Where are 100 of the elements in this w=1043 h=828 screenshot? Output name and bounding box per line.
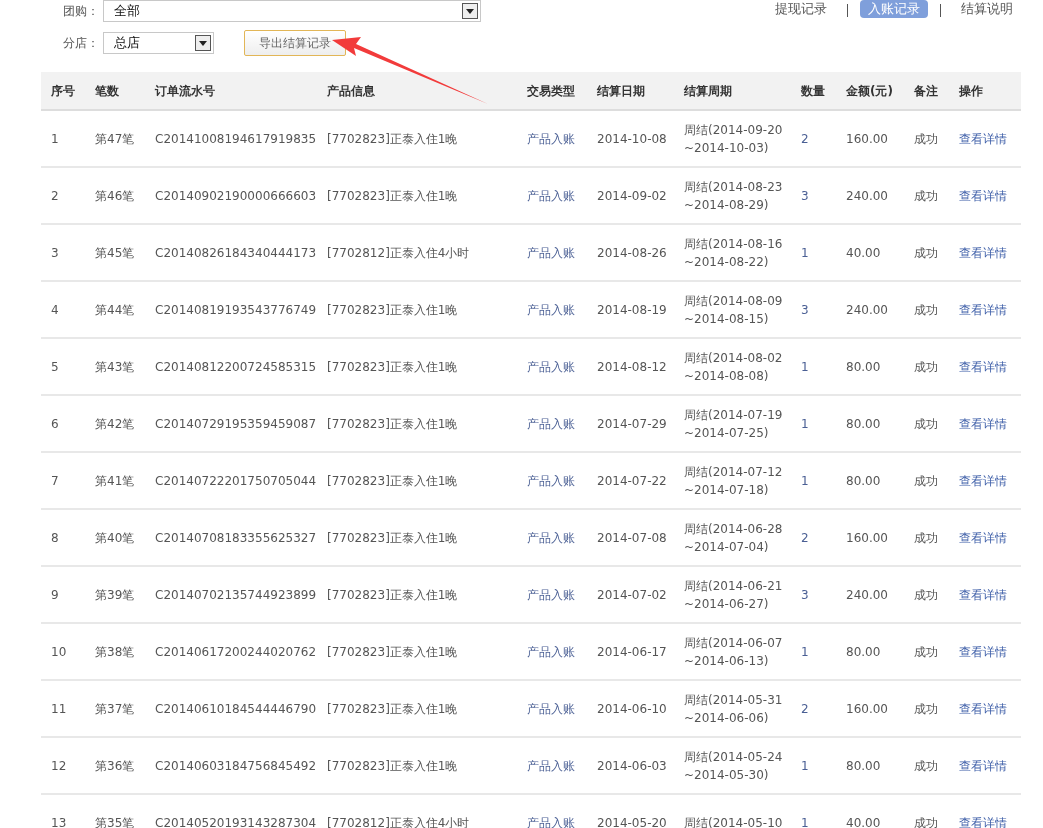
details-link[interactable]: 查看详情 bbox=[959, 701, 1007, 716]
table-cell: 2014-07-08 bbox=[597, 530, 667, 545]
dropdown[interactable]: 总店 bbox=[103, 32, 214, 54]
details-link[interactable]: 查看详情 bbox=[959, 815, 1007, 828]
table-cell: 5 bbox=[51, 359, 59, 374]
table-cell-text: 周结(2014-06-07 ~2014-06-13) bbox=[684, 634, 784, 670]
table-cell: 3 bbox=[51, 245, 59, 260]
tab[interactable]: 结算说明 bbox=[953, 0, 1021, 18]
table-cell: 80.00 bbox=[846, 758, 881, 773]
table-cell: 2 bbox=[801, 530, 809, 545]
details-link[interactable]: 查看详情 bbox=[959, 245, 1007, 260]
table-cell: 2014-07-29 bbox=[597, 416, 667, 431]
table-cell: 2 bbox=[801, 701, 809, 716]
table-cell: 第35笔 bbox=[95, 815, 135, 828]
table-cell: 第42笔 bbox=[95, 416, 135, 431]
table-cell: 1 bbox=[801, 359, 809, 374]
table-cell: [7702823]正泰入住1晚 bbox=[327, 131, 458, 146]
table-cell: C20140826184340444173 bbox=[155, 245, 317, 260]
table-cell: [7702823]正泰入住1晚 bbox=[327, 188, 458, 203]
details-link[interactable]: 查看详情 bbox=[959, 416, 1007, 431]
table-cell: 4 bbox=[51, 302, 59, 317]
column-header: 笔数 bbox=[85, 72, 145, 110]
table-cell: 产品入账 bbox=[527, 188, 575, 203]
table-cell: C20141008194617919835 bbox=[155, 131, 317, 146]
table-cell: 2014-06-03 bbox=[597, 758, 667, 773]
table-cell-text: 周结(2014-09-20 ~2014-10-03) bbox=[684, 121, 784, 157]
table-cell: 成功 bbox=[914, 701, 938, 716]
table-cell: 1 bbox=[801, 473, 809, 488]
column-header: 订单流水号 bbox=[145, 72, 317, 110]
tab[interactable]: 提现记录 bbox=[767, 0, 835, 18]
table-cell: 2014-08-19 bbox=[597, 302, 667, 317]
table-cell: 产品入账 bbox=[527, 473, 575, 488]
table-cell: 成功 bbox=[914, 530, 938, 545]
table-cell-text: 周结(2014-08-23 ~2014-08-29) bbox=[684, 178, 784, 214]
table-cell: 第41笔 bbox=[95, 473, 135, 488]
table-cell: C20140812200724585315 bbox=[155, 359, 317, 374]
table-cell: [7702823]正泰入住1晚 bbox=[327, 416, 458, 431]
table-cell: 产品入账 bbox=[527, 587, 575, 602]
table-cell: 11 bbox=[51, 701, 67, 716]
table-cell: 产品入账 bbox=[527, 644, 575, 659]
table-cell: 第45笔 bbox=[95, 245, 135, 260]
details-link[interactable]: 查看详情 bbox=[959, 188, 1007, 203]
table-cell: C20140617200244020762 bbox=[155, 644, 317, 659]
table-cell: 成功 bbox=[914, 644, 938, 659]
table-cell: 成功 bbox=[914, 587, 938, 602]
export-button[interactable]: 导出结算记录 bbox=[244, 30, 346, 56]
details-link[interactable]: 查看详情 bbox=[959, 302, 1007, 317]
table-cell: 产品入账 bbox=[527, 245, 575, 260]
table-cell: 10 bbox=[51, 644, 67, 659]
table-cell: 第37笔 bbox=[95, 701, 135, 716]
table-cell-text: 周结(2014-06-28 ~2014-07-04) bbox=[684, 520, 784, 556]
table-cell: 8 bbox=[51, 530, 59, 545]
column-header: 结算日期 bbox=[587, 72, 674, 110]
table-cell-text: 周结(2014-08-09 ~2014-08-15) bbox=[684, 292, 784, 328]
table-cell: 成功 bbox=[914, 131, 938, 146]
table-cell: 80.00 bbox=[846, 473, 881, 488]
table-cell: C20140902190000666603 bbox=[155, 188, 317, 203]
table-cell: C20140819193543776749 bbox=[155, 302, 317, 317]
details-link[interactable]: 查看详情 bbox=[959, 587, 1007, 602]
table-cell: 160.00 bbox=[846, 530, 888, 545]
details-link[interactable]: 查看详情 bbox=[959, 644, 1007, 659]
table-cell: 6 bbox=[51, 416, 59, 431]
table-cell: 2 bbox=[51, 188, 59, 203]
table-cell: [7702823]正泰入住1晚 bbox=[327, 758, 458, 773]
table-cell: 1 bbox=[801, 758, 809, 773]
table-cell: 成功 bbox=[914, 302, 938, 317]
details-link[interactable]: 查看详情 bbox=[959, 758, 1007, 773]
column-header: 产品信息 bbox=[317, 72, 517, 110]
table-cell: 成功 bbox=[914, 416, 938, 431]
table-cell: 1 bbox=[801, 416, 809, 431]
details-link[interactable]: 查看详情 bbox=[959, 359, 1007, 374]
table-cell: C20140702135744923899 bbox=[155, 587, 317, 602]
table-cell-text: 周结(2014-05-10 bbox=[684, 814, 784, 828]
table-cell: 第38笔 bbox=[95, 644, 135, 659]
table-cell: 成功 bbox=[914, 815, 938, 828]
table-cell: C20140610184544446790 bbox=[155, 701, 317, 716]
table-cell: 成功 bbox=[914, 758, 938, 773]
table-cell-text: 周结(2014-07-12 ~2014-07-18) bbox=[684, 463, 784, 499]
details-link[interactable]: 查看详情 bbox=[959, 131, 1007, 146]
table-cell: 2014-07-02 bbox=[597, 587, 667, 602]
table-cell: 240.00 bbox=[846, 188, 888, 203]
table-cell: C20140520193143287304 bbox=[155, 815, 317, 828]
table-cell: 40.00 bbox=[846, 245, 881, 260]
table-cell: 2014-09-02 bbox=[597, 188, 667, 203]
details-link[interactable]: 查看详情 bbox=[959, 530, 1007, 545]
column-header: 结算周期 bbox=[674, 72, 791, 110]
caret-icon bbox=[195, 35, 211, 51]
column-header: 备注 bbox=[904, 72, 949, 110]
table-cell: 12 bbox=[51, 758, 67, 773]
table-cell: 80.00 bbox=[846, 359, 881, 374]
table-cell: 80.00 bbox=[846, 416, 881, 431]
table-cell: 1 bbox=[801, 644, 809, 659]
details-link[interactable]: 查看详情 bbox=[959, 473, 1007, 488]
table-cell: 13 bbox=[51, 815, 67, 828]
table-cell-text: 周结(2014-07-19 ~2014-07-25) bbox=[684, 406, 784, 442]
table-cell: 产品入账 bbox=[527, 758, 575, 773]
table-cell: 160.00 bbox=[846, 701, 888, 716]
table-cell: 第40笔 bbox=[95, 530, 135, 545]
table-cell: 成功 bbox=[914, 473, 938, 488]
dropdown[interactable]: 全部 bbox=[103, 0, 481, 22]
